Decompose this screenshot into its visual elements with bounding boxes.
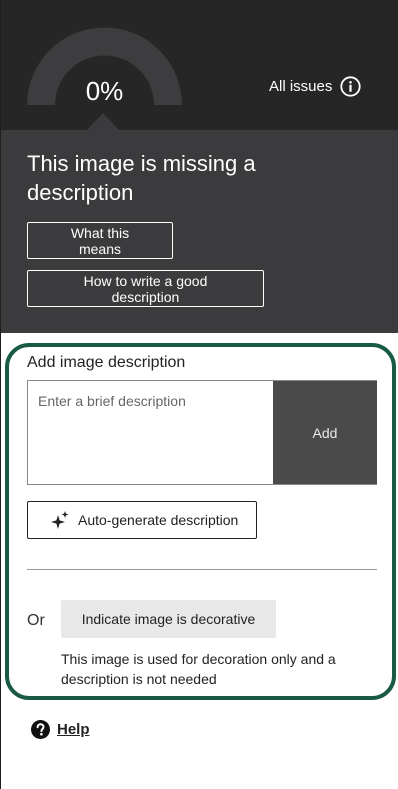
help-link[interactable]: Help <box>31 720 90 739</box>
what-this-means-button[interactable]: What this means <box>27 222 173 259</box>
info-icon <box>340 75 361 97</box>
auto-generate-button[interactable]: Auto-generate description <box>27 501 257 539</box>
score-value: 0% <box>85 76 124 106</box>
issue-panel-frame: 0% All issues This image is missing a de… <box>0 0 398 789</box>
help-label: Help <box>57 721 90 738</box>
mark-decorative-button[interactable]: Indicate image is decorative <box>61 600 276 638</box>
description-label: Add image description <box>27 354 186 371</box>
description-box: Add <box>27 380 377 485</box>
or-label: Or <box>27 612 45 629</box>
gauge-pointer <box>87 113 119 130</box>
divider <box>27 569 377 570</box>
decorative-note: This image is used for decoration only a… <box>61 651 336 687</box>
issue-title: This image is missing a description <box>27 151 256 205</box>
sparkle-icon <box>51 511 69 529</box>
score-header: 0% All issues <box>1 0 398 130</box>
all-issues-label: All issues <box>269 77 333 95</box>
all-issues-link[interactable]: All issues <box>269 74 361 98</box>
auto-generate-label: Auto-generate description <box>78 512 239 528</box>
add-button[interactable]: Add <box>273 381 377 484</box>
how-to-write-button[interactable]: How to write a good description <box>27 270 264 307</box>
help-icon <box>31 720 50 739</box>
description-input[interactable] <box>28 381 273 484</box>
